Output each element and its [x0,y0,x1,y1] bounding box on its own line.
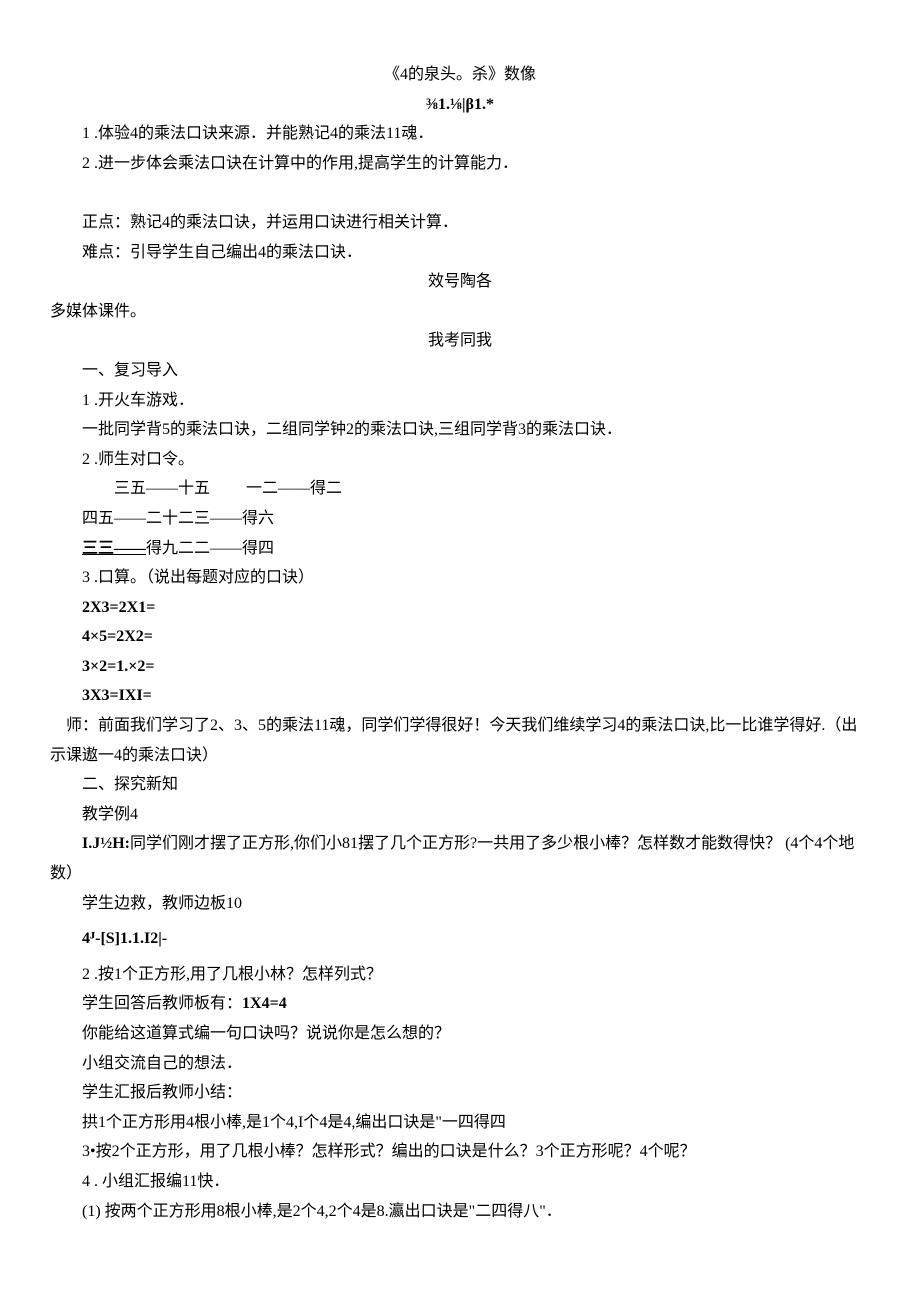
part1-heading: 一、复习导入 [50,356,870,386]
part1-line2: 一批同学背5的乘法口诀，二组同学钟2的乘法口诀,三组同学背3的乘法口诀． [50,415,870,445]
goal-1: 1 .体验4的乘法口诀来源．并能熟记4的乘法11魂． [50,119,870,149]
part2-line6-eq: 1X4=4 [242,995,287,1012]
part2-line2-label: I.J½H: [82,835,130,852]
part1-line4: 三五——十五 一二——得二 [50,474,870,504]
key-point: 正点：熟记4的乘法口诀，并运用口诀进行相关计算． [50,208,870,238]
part2-line8: 小组交流自己的想法． [50,1049,870,1079]
doc-subtitle: ⅜1.⅛|β1.* [50,90,870,120]
part1-line6-underline: 三三—— [82,540,146,557]
section-heading-process: 我考同我 [50,326,870,356]
part1-line4a: 三五——十五 [82,474,242,504]
part2-line11: 3•按2个正方形，用了几根小棒？怎样形式？编出的口诀是什么？3个正方形呢？4个呢… [50,1137,870,1167]
part2-line1: 教学例4 [50,800,870,830]
doc-title: 《4的泉头。杀》数像 [50,60,870,90]
part2-line10: 拱1个正方形用4根小棒,是1个4,I个4是4,编出口诀是"一四得四 [50,1108,870,1138]
equation-3: 3×2=1.×2= [50,652,870,682]
equation-1: 2X3=2X1= [50,593,870,623]
part2-heading: 二、探究新知 [50,770,870,800]
goal-2: 2 .进一步体会乘法口诀在计算中的作用,提高学生的计算能力． [50,149,870,179]
media-text: 多媒体课件。 [50,297,870,327]
section-heading-prep: 效号陶各 [50,267,870,297]
part1-line3: 2 .师生对口令。 [50,445,870,475]
equation-2: 4×5=2X2= [50,622,870,652]
part2-line13: (1) 按两个正方形用8根小棒,是2个4,2个4是8.瀛出口诀是"二四得八"． [50,1197,870,1227]
part1-line5: 四五——二十二三——得六 [50,504,870,534]
part1-line1: 1 .开火车游戏． [50,386,870,416]
part1-line6-rest: 得九二二——得四 [146,540,274,557]
part2-line3: 学生边救，教师边板10 [50,889,870,919]
part1-line7: 3 .口算。（说出每题对应的口诀） [50,563,870,593]
part2-line6: 学生回答后教师板有：1X4=4 [50,989,870,1019]
part1-line4b: 一二——得二 [246,480,342,497]
part2-line5: 2 .按1个正方形,用了几根小林？怎样列式？ [50,960,870,990]
part1-line6: 三三——得九二二——得四 [50,534,870,564]
part1-line8: 师：前面我们学习了2、3、5的乘法11魂，同学们学得很好！今天我们维续学习4的乘… [50,711,870,770]
part2-line7: 你能给这道算式编一句口诀吗？说说你是怎么想的？ [50,1019,870,1049]
part2-line2-text: 同学们刚才摆了正方形,你们小81摆了几个正方形?一共用了多少根小棒？怎样数才能数… [50,835,854,882]
equation-4: 3X3=IXI= [50,681,870,711]
part2-line4: 4ᴶ-[S]1.1.I2|- [50,924,870,954]
part2-line6-text: 学生回答后教师板有： [82,995,242,1012]
part2-line12: 4 . 小组汇报编11快． [50,1167,870,1197]
part2-line2: I.J½H:同学们刚才摆了正方形,你们小81摆了几个正方形?一共用了多少根小棒？… [50,829,870,888]
difficult-point: 难点：引导学生自己编出4的乘法口诀． [50,238,870,268]
part2-line9: 学生汇报后教师小结： [50,1078,870,1108]
